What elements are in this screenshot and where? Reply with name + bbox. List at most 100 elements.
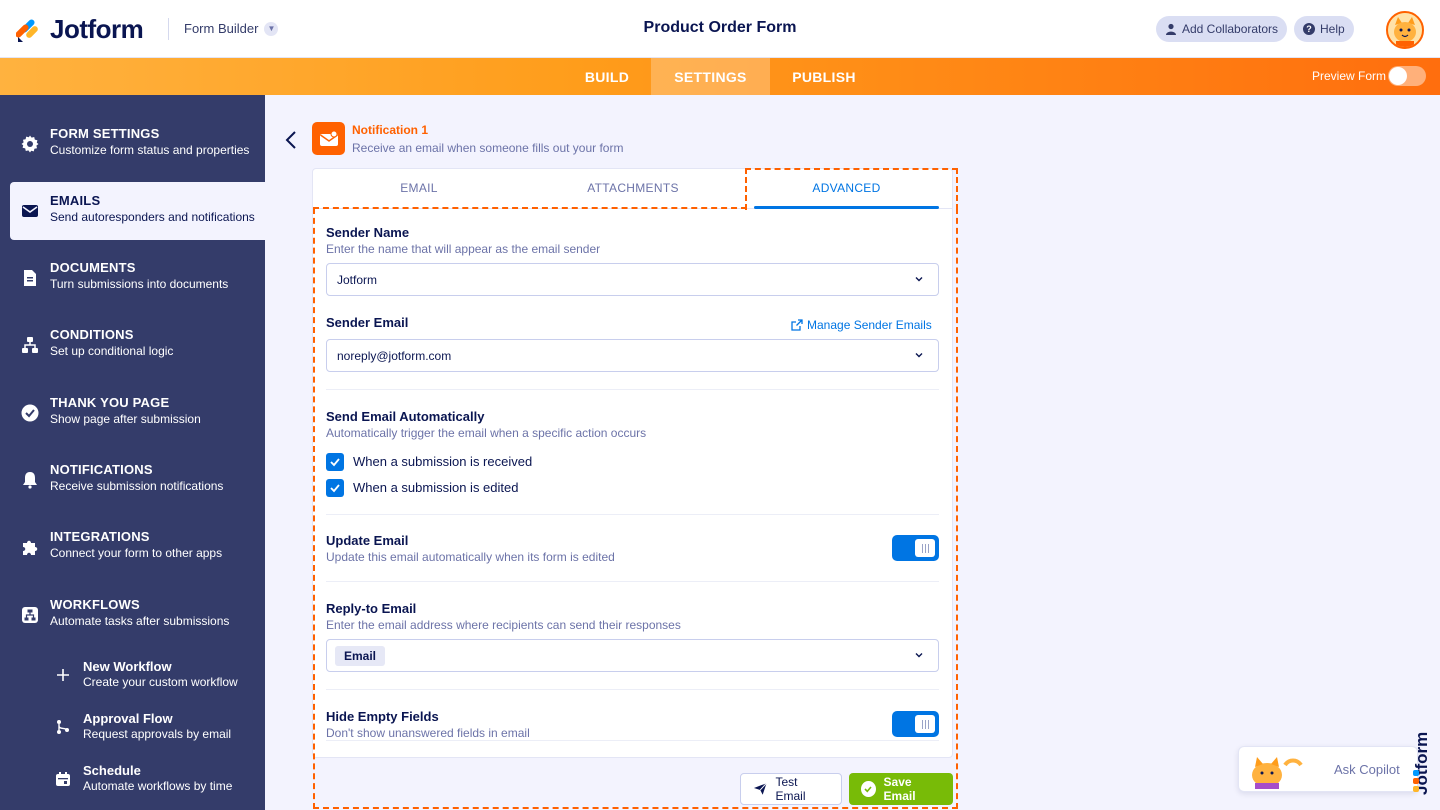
sidebar-item-title: WORKFLOWS [50, 597, 140, 612]
sidebar-item-subtitle: Automate workflows by time [83, 779, 233, 793]
sidebar-item-emails[interactable]: EMAILS Send autoresponders and notificat… [10, 182, 265, 240]
form-builder-label: Form Builder [184, 21, 259, 36]
sender-email-label: Sender Email [326, 315, 409, 330]
hide-empty-description: Don't show unanswered fields in email [326, 726, 530, 740]
conditions-icon [22, 337, 38, 353]
hide-empty-toggle[interactable] [892, 711, 939, 737]
svg-text:Jotform: Jotform [1412, 732, 1431, 795]
chevron-down-icon [915, 653, 923, 658]
envelope-icon [319, 130, 338, 146]
update-email-description: Update this email automatically when its… [326, 550, 615, 564]
sidebar-item-title: Schedule [83, 763, 141, 778]
calendar-icon [56, 772, 70, 786]
sidebar-item-subtitle: Receive submission notifications [50, 479, 224, 493]
tab-settings[interactable]: SETTINGS [651, 58, 770, 95]
submission-received-checkbox[interactable] [326, 453, 344, 471]
send-auto-label: Send Email Automatically [326, 409, 485, 424]
checkmark-icon [330, 458, 340, 467]
sidebar-item-subtitle: Send autoresponders and notifications [50, 210, 255, 224]
settings-sidebar: FORM SETTINGS Customize form status and … [0, 95, 265, 810]
test-email-label: Test Email [775, 775, 806, 803]
preview-form-toggle[interactable] [1388, 66, 1426, 86]
sidebar-item-subtitle: Create your custom workflow [83, 675, 238, 689]
jotform-logo[interactable]: Jotform [16, 14, 144, 45]
manage-sender-emails-link[interactable]: Manage Sender Emails [791, 318, 932, 332]
reply-to-description: Enter the email address where recipients… [326, 618, 681, 632]
sidebar-item-title: New Workflow [83, 659, 172, 674]
reply-to-select[interactable]: Email [326, 639, 939, 672]
toggle-knob [915, 715, 935, 733]
help-label: Help [1320, 22, 1345, 36]
user-icon [1166, 23, 1176, 35]
test-email-button[interactable]: Test Email [740, 773, 842, 805]
tab-email[interactable]: EMAIL [313, 168, 525, 208]
sidebar-item-form-settings[interactable]: FORM SETTINGS Customize form status and … [0, 115, 265, 173]
update-email-toggle[interactable] [892, 535, 939, 561]
chevron-down-icon [915, 353, 923, 358]
sidebar-item-subtitle: Turn submissions into documents [50, 277, 229, 291]
sender-name-description: Enter the name that will appear as the e… [326, 242, 601, 256]
bell-icon [23, 472, 37, 489]
section-divider [326, 514, 939, 515]
section-divider [326, 581, 939, 582]
tab-attachments[interactable]: ATTACHMENTS [527, 168, 739, 208]
sidebar-item-title: NOTIFICATIONS [50, 462, 153, 477]
save-email-label: Save Email [883, 775, 916, 803]
submission-edited-checkbox[interactable] [326, 479, 344, 497]
copilot-cat-icon [1252, 757, 1303, 789]
jotform-logo-icon [16, 18, 38, 42]
ask-copilot-button[interactable]: Ask Copilot [1238, 746, 1418, 792]
chevron-down-icon: ▼ [264, 21, 279, 36]
hide-empty-label: Hide Empty Fields [326, 709, 439, 724]
document-icon [24, 270, 36, 286]
sidebar-item-subtitle: Set up conditional logic [50, 344, 174, 358]
tab-publish[interactable]: PUBLISH [782, 58, 866, 95]
sidebar-item-approval-flow[interactable]: Approval Flow Request approvals by email [0, 709, 265, 749]
submission-received-label[interactable]: When a submission is received [353, 454, 532, 469]
section-divider [326, 689, 939, 690]
add-collaborators-button[interactable]: Add Collaborators [1156, 16, 1288, 42]
jotform-vertical-logo: Jotform [1412, 732, 1431, 795]
avatar[interactable] [1386, 11, 1424, 49]
sidebar-item-new-workflow[interactable]: New Workflow Create your custom workflow [0, 657, 265, 697]
active-tab-indicator [754, 206, 939, 209]
sidebar-item-thank-you-page[interactable]: THANK YOU PAGE Show page after submissio… [0, 384, 265, 442]
section-divider [326, 740, 939, 741]
sidebar-item-integrations[interactable]: INTEGRATIONS Connect your form to other … [0, 518, 265, 576]
form-builder-dropdown[interactable]: Form Builder ▼ [184, 21, 279, 36]
notification-subtitle: Receive an email when someone fills out … [352, 141, 624, 155]
sidebar-item-subtitle: Request approvals by email [83, 727, 232, 741]
sidebar-item-title: INTEGRATIONS [50, 529, 150, 544]
sidebar-item-notifications[interactable]: NOTIFICATIONS Receive submission notific… [0, 451, 265, 509]
envelope-icon [22, 205, 38, 217]
sidebar-item-title: Approval Flow [83, 711, 173, 726]
update-email-label: Update Email [326, 533, 409, 548]
add-collaborators-label: Add Collaborators [1182, 22, 1279, 36]
back-arrow-icon[interactable] [283, 130, 299, 150]
check-circle-icon [861, 781, 876, 797]
puzzle-icon [23, 540, 38, 555]
sidebar-item-conditions[interactable]: CONDITIONS Set up conditional logic [0, 316, 265, 374]
sidebar-item-title: DOCUMENTS [50, 260, 136, 275]
sidebar-item-workflows[interactable]: WORKFLOWS Automate tasks after submissio… [0, 586, 265, 644]
sidebar-item-documents[interactable]: DOCUMENTS Turn submissions into document… [0, 249, 265, 307]
tab-advanced[interactable]: ADVANCED [754, 168, 939, 208]
tab-build[interactable]: BUILD [572, 58, 642, 95]
send-icon [753, 782, 767, 795]
sender-name-select[interactable]: Jotform [326, 263, 939, 296]
submission-edited-label[interactable]: When a submission is edited [353, 480, 518, 495]
sender-email-value: noreply@jotform.com [337, 348, 452, 363]
divider [168, 18, 169, 40]
help-button[interactable]: ? Help [1294, 16, 1354, 42]
main-nav: BUILD SETTINGS PUBLISH Preview Form [0, 58, 1440, 95]
save-email-button[interactable]: Save Email [849, 773, 953, 805]
sender-name-value: Jotform [337, 272, 378, 287]
sidebar-item-title: CONDITIONS [50, 327, 134, 342]
top-bar: Jotform Form Builder ▼ Product Order For… [0, 0, 1440, 58]
sidebar-item-schedule[interactable]: Schedule Automate workflows by time [0, 761, 265, 801]
manage-sender-emails-label: Manage Sender Emails [807, 318, 932, 332]
sender-email-select[interactable]: noreply@jotform.com [326, 339, 939, 372]
notification-email-icon [312, 122, 345, 155]
approval-flow-icon [57, 720, 69, 734]
check-circle-icon [21, 404, 39, 422]
